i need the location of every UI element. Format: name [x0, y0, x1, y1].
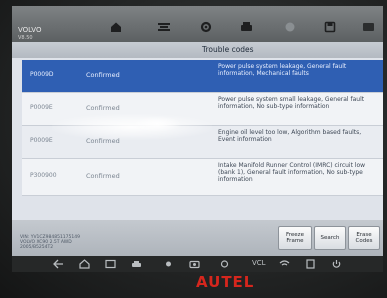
code-id: P0009E [30, 137, 53, 144]
trouble-code-list: P0009D Confirmed Power pulse system leak… [22, 60, 383, 196]
code-description: Power pulse system leakage, General faul… [218, 63, 347, 78]
page-title: Trouble codes [202, 45, 254, 54]
code-row[interactable]: P300900 Confirmed Intake Manifold Runner… [22, 159, 383, 196]
erase-codes-button[interactable]: Erase Codes [348, 226, 380, 250]
screen: VOLVO V8.50 Trouble codes P0009D Confirm… [12, 6, 383, 256]
code-row[interactable]: P0009D Confirmed Power pulse system leak… [22, 60, 383, 93]
screenshot-icon[interactable] [304, 258, 316, 270]
vehicle-info: VIN: YV1CZ984851175149 VOLVO XC90 2.5T A… [20, 235, 80, 250]
code-status: Confirmed [86, 104, 120, 112]
footer-bar: VIN: YV1CZ984851175149 VOLVO XC90 2.5T A… [12, 220, 383, 256]
device-brand-logo: AUTEL [196, 273, 255, 291]
vcl-label[interactable]: VCL [252, 259, 266, 267]
code-id: P0009E [30, 104, 53, 111]
code-description: Intake Manifold Runner Control (IMRC) ci… [218, 162, 366, 184]
wifi-icon[interactable] [278, 258, 290, 270]
brand-version: V8.50 [18, 35, 33, 41]
system-nav-bar: VCL [12, 256, 383, 272]
brand-name: VOLVO [18, 26, 42, 34]
freeze-frame-button[interactable]: Freeze Frame [278, 226, 312, 250]
top-toolbar: VOLVO V8.50 [12, 6, 383, 42]
code-id: P300900 [30, 172, 57, 179]
save-icon[interactable] [322, 20, 338, 34]
home-nav-icon[interactable] [78, 258, 90, 270]
data-icon[interactable] [360, 20, 376, 34]
screen-glare-core [132, 116, 182, 132]
vin-line: 2005/B5254T2 [20, 245, 54, 250]
code-status: Confirmed [86, 172, 120, 180]
power-icon[interactable] [330, 258, 342, 270]
brightness-icon[interactable] [162, 258, 174, 270]
vehicle-nav-icon[interactable] [130, 258, 142, 270]
vehicle-icon[interactable] [156, 20, 172, 34]
print-icon[interactable] [238, 20, 254, 34]
back-icon[interactable] [52, 258, 64, 270]
settings-icon[interactable] [198, 20, 214, 34]
recent-apps-icon[interactable] [104, 258, 116, 270]
help-icon[interactable] [282, 20, 298, 34]
sun-icon[interactable] [218, 258, 230, 270]
code-description: Power pulse system small leakage, Genera… [218, 96, 365, 111]
search-button[interactable]: Search [314, 226, 346, 250]
vehicle-brand: VOLVO V8.50 [18, 26, 41, 42]
code-row[interactable]: P0009E Confirmed Power pulse system smal… [22, 93, 383, 126]
code-id: P0009D [30, 71, 54, 78]
home-icon[interactable] [108, 20, 124, 34]
code-status: Confirmed [86, 71, 120, 79]
title-bar: Trouble codes [12, 42, 383, 58]
camera-icon[interactable] [188, 258, 200, 270]
code-description: Engine oil level too low, Algorithm base… [218, 129, 362, 144]
tablet-device: VOLVO V8.50 Trouble codes P0009D Confirm… [0, 0, 387, 298]
code-status: Confirmed [86, 137, 120, 145]
code-row[interactable]: P0009E Confirmed Engine oil level too lo… [22, 126, 383, 159]
